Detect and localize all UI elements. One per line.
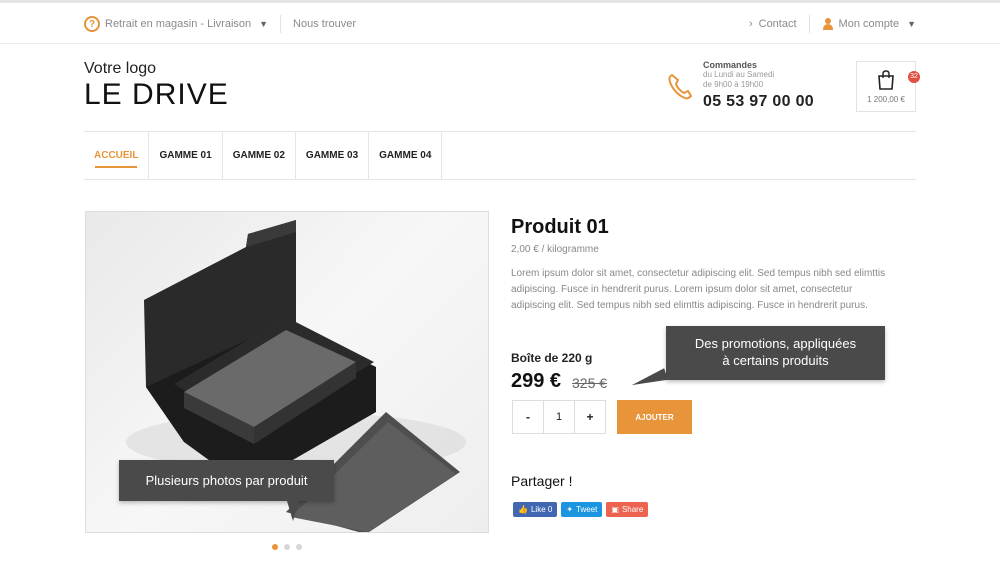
contact-link[interactable]: Contact: [759, 18, 797, 30]
divider: [808, 15, 810, 33]
nav-item-gamme-01[interactable]: GAMME 01: [149, 132, 223, 179]
facebook-like-button[interactable]: 👍 Like 0: [513, 502, 558, 517]
contact-hours-2: de 9h00 à 19h00: [703, 80, 764, 89]
product-title: Produit 01: [511, 216, 609, 238]
tweet-button[interactable]: ✦ Tweet: [561, 502, 603, 517]
twitter-icon: ✦: [566, 505, 574, 514]
nav-item-accueil[interactable]: ACCUEIL: [84, 132, 150, 179]
promo-callout-line-2: à certains produits: [722, 353, 829, 368]
user-icon: [822, 18, 834, 30]
promo-callout-line-1: Des promotions, appliquées: [694, 336, 857, 351]
cart-count-badge: 32: [908, 71, 920, 83]
share-icon: ▣: [611, 505, 619, 514]
old-price: 325 €: [572, 375, 608, 391]
chevron-down-icon[interactable]: ▼: [907, 19, 916, 29]
share-buttons: 👍 Like 0 ✦ Tweet ▣ Share: [513, 502, 649, 517]
logo[interactable]: LE DRIVE: [84, 78, 229, 112]
product-price: 299 €: [511, 370, 562, 392]
share-title: Partager !: [511, 473, 573, 489]
phone-number[interactable]: 05 53 97 00 00: [703, 93, 814, 111]
gallery-dot[interactable]: [284, 544, 290, 550]
cart-total: 1 200,00 €: [867, 95, 905, 104]
chevron-down-icon[interactable]: ▼: [259, 19, 268, 29]
find-us-link[interactable]: Nous trouver: [293, 18, 356, 30]
cart-button[interactable]: 32 1 200,00 €: [856, 61, 920, 112]
share-button[interactable]: ▣ Share: [606, 502, 649, 517]
gallery-dots: [272, 544, 302, 550]
add-to-cart-button[interactable]: AJOUTER: [617, 400, 692, 434]
gallery-dot[interactable]: [272, 544, 278, 550]
package-label: Boîte de 220 g: [511, 351, 593, 365]
delivery-mode-dropdown[interactable]: Retrait en magasin - Livraison: [105, 18, 251, 30]
nav-item-gamme-03[interactable]: GAMME 03: [296, 132, 370, 179]
gallery-dot[interactable]: [296, 544, 302, 550]
increase-button[interactable]: +: [575, 401, 605, 433]
account-dropdown[interactable]: Mon compte: [839, 18, 900, 30]
order-contact: Commandes du Lundi au Samedi de 9h00 à 1…: [703, 60, 814, 111]
top-bar: ? Retrait en magasin - Livraison ▼ Nous …: [0, 0, 1000, 44]
nav-item-gamme-04[interactable]: GAMME 04: [369, 132, 443, 179]
nav-item-gamme-02[interactable]: GAMME 02: [223, 132, 296, 179]
question-icon: ?: [84, 16, 100, 32]
top-bar-left: ? Retrait en magasin - Livraison ▼ Nous …: [84, 15, 356, 33]
chevron-right-icon: ›: [748, 18, 753, 30]
quantity-stepper: - 1 +: [512, 400, 606, 434]
contact-hours-1: du Lundi au Samedi: [703, 70, 775, 79]
decrease-button[interactable]: -: [513, 401, 543, 433]
tweet-label: Tweet: [576, 505, 598, 514]
quantity-input[interactable]: 1: [543, 401, 575, 433]
divider: [280, 15, 282, 33]
contact-title: Commandes: [703, 60, 758, 70]
phone-icon: [668, 74, 692, 100]
thumbs-up-icon: 👍: [518, 505, 528, 514]
logo-caption: Votre logo: [84, 60, 157, 77]
unit-price: 2,00 € / kilogramme: [511, 244, 599, 255]
facebook-like-label: Like 0: [530, 505, 553, 514]
shopping-bag-icon: [878, 70, 894, 90]
share-label: Share: [621, 505, 644, 514]
photos-callout: Plusieurs photos par produit: [119, 460, 334, 521]
product-description: Lorem ipsum dolor sit amet, consectetur …: [511, 268, 886, 311]
top-bar-right: › Contact Mon compte ▼: [749, 15, 916, 33]
main-nav: ACCUEIL GAMME 01 GAMME 02 GAMME 03 GAMME…: [84, 131, 916, 180]
promo-callout: Des promotions, appliquées à certains pr…: [666, 326, 885, 380]
